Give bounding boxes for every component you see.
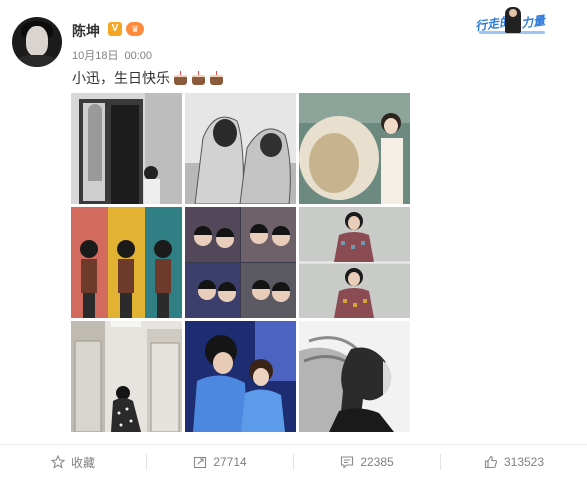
cake-emoji-icon xyxy=(209,70,224,86)
photo-5[interactable] xyxy=(185,207,296,318)
post-text: 小迅，生日快乐 xyxy=(72,68,224,88)
badge-person-icon xyxy=(505,7,521,33)
photo-4[interactable] xyxy=(71,207,182,318)
photo-3[interactable] xyxy=(299,93,410,204)
author-name[interactable]: 陈坤 xyxy=(72,21,100,41)
photo-1[interactable] xyxy=(71,93,182,204)
post-time[interactable]: 00:00 xyxy=(124,50,152,62)
photo-2[interactable] xyxy=(185,93,296,204)
comment-button[interactable]: 22385 xyxy=(294,445,440,478)
photo-7[interactable] xyxy=(71,321,182,432)
cake-emoji-icon xyxy=(173,70,188,86)
action-bar: 收藏 27714 22385 313523 xyxy=(0,444,587,478)
member-crown-icon[interactable]: ♛ xyxy=(126,22,144,36)
comment-icon xyxy=(341,456,354,469)
favorite-label: 收藏 xyxy=(70,455,95,470)
post-meta: 10月18日 00:00 xyxy=(72,47,152,63)
repost-count: 27714 xyxy=(213,455,247,469)
photo-6[interactable] xyxy=(299,207,410,318)
avatar-collar xyxy=(18,55,56,67)
repost-button[interactable]: 27714 xyxy=(147,445,293,478)
campaign-badge[interactable]: 行走的 力量 xyxy=(474,7,549,37)
post-date[interactable]: 10月18日 xyxy=(72,50,118,62)
repost-icon xyxy=(194,456,207,469)
photo-grid xyxy=(71,93,410,432)
like-count: 313523 xyxy=(503,455,545,469)
cake-emoji-icon xyxy=(191,70,206,86)
thumbs-up-icon xyxy=(484,455,498,469)
weibo-post-card: 陈坤 V ♛ 10月18日 00:00 行走的 力量 小迅，生日快乐 收藏 27… xyxy=(0,0,587,478)
like-button[interactable]: 313523 xyxy=(441,445,587,478)
avatar[interactable] xyxy=(12,17,62,67)
verified-badge-icon[interactable]: V xyxy=(108,22,122,36)
badge-text-right: 力量 xyxy=(520,13,546,31)
avatar-face xyxy=(26,26,48,56)
favorite-button[interactable]: 收藏 xyxy=(0,445,146,478)
post-text-content: 小迅，生日快乐 xyxy=(72,70,170,86)
star-icon xyxy=(50,455,65,469)
photo-9[interactable] xyxy=(299,321,410,432)
comment-count: 22385 xyxy=(360,455,394,469)
photo-8[interactable] xyxy=(185,321,296,432)
